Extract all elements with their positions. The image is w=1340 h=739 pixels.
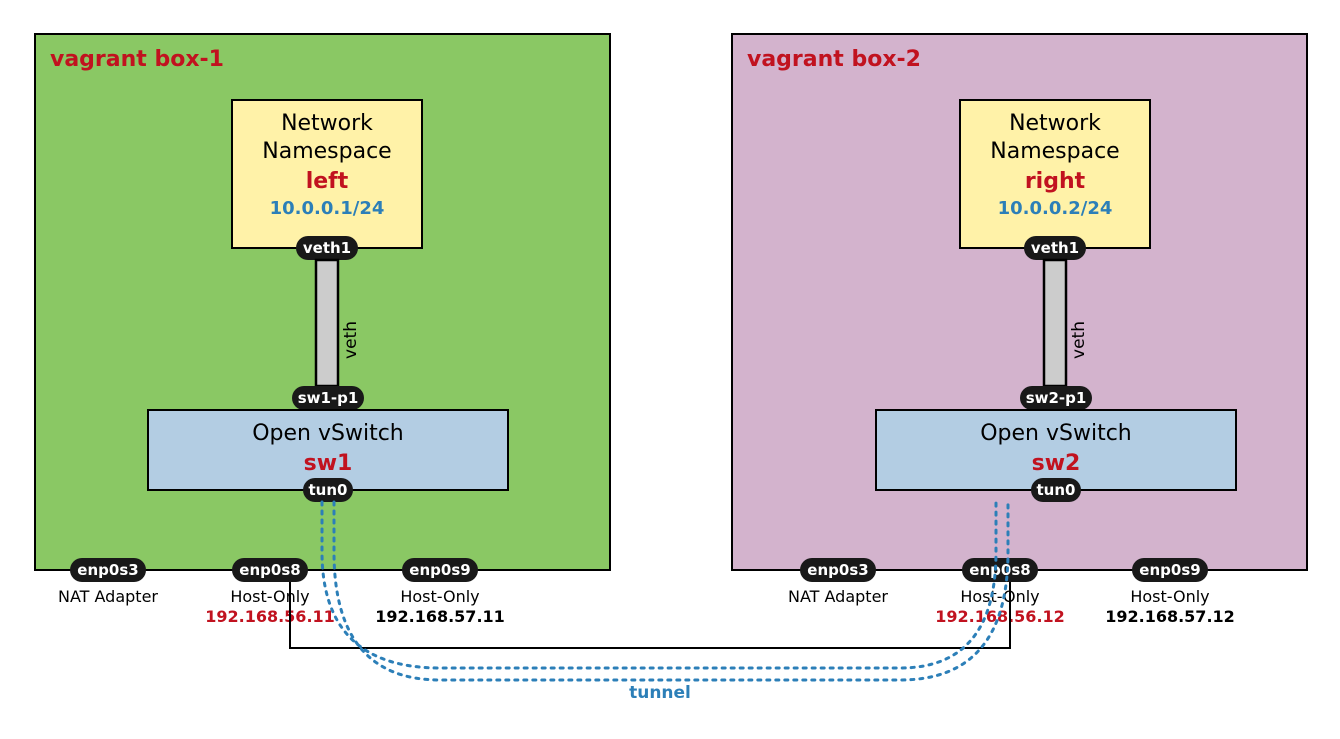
svg-text:Host-Only: Host-Only [960, 587, 1039, 606]
diagram-canvas: vagrant box-1 Network Namespace left 10.… [0, 0, 1340, 739]
svg-text:192.168.57.12: 192.168.57.12 [1105, 607, 1235, 626]
ns-left-name: left [306, 169, 349, 194]
svg-text:veth1: veth1 [1031, 239, 1079, 257]
svg-text:Host-Only: Host-Only [1130, 587, 1209, 606]
svg-text:enp0s9: enp0s9 [409, 561, 470, 579]
svg-text:NAT Adapter: NAT Adapter [788, 587, 888, 606]
svg-text:Host-Only: Host-Only [400, 587, 479, 606]
if-enp0s3-left: enp0s3 NAT Adapter [58, 558, 158, 606]
svg-text:10.0.0.2/24: 10.0.0.2/24 [998, 198, 1113, 219]
svg-text:enp0s3: enp0s3 [77, 561, 138, 579]
svg-text:enp0s8: enp0s8 [969, 561, 1030, 579]
svg-text:sw2: sw2 [1032, 451, 1081, 476]
sw1-name: sw1 [304, 451, 353, 476]
pill-veth1-left-text: veth1 [303, 239, 351, 257]
box2-title: vagrant box-2 [747, 47, 921, 72]
svg-text:192.168.56.11: 192.168.56.11 [205, 607, 335, 626]
namespace-left: Network Namespace left 10.0.0.1/24 veth1 [232, 100, 422, 260]
ns-left-line1: Network [281, 111, 373, 136]
svg-text:veth: veth [1069, 321, 1089, 359]
sw1-title: Open vSwitch [252, 421, 404, 446]
if-enp0s3-right: enp0s3 NAT Adapter [788, 558, 888, 606]
veth-label-left: veth [341, 321, 361, 359]
svg-text:Host-Only: Host-Only [230, 587, 309, 606]
ns-left-ip: 10.0.0.1/24 [270, 198, 385, 219]
namespace-right: Network Namespace right 10.0.0.2/24 veth… [960, 100, 1150, 260]
ns-left-line2: Namespace [262, 139, 391, 164]
svg-text:192.168.57.11: 192.168.57.11 [375, 607, 505, 626]
pill-tun0-left-text: tun0 [309, 481, 348, 499]
svg-text:Network: Network [1009, 111, 1101, 136]
pill-sw1p1-text: sw1-p1 [298, 389, 359, 407]
svg-text:tun0: tun0 [1037, 481, 1076, 499]
box1-title: vagrant box-1 [50, 47, 224, 72]
svg-text:Open vSwitch: Open vSwitch [980, 421, 1132, 446]
svg-text:Namespace: Namespace [990, 139, 1119, 164]
svg-text:enp0s8: enp0s8 [239, 561, 300, 579]
svg-text:192.168.56.12: 192.168.56.12 [935, 607, 1065, 626]
tunnel-label: tunnel [629, 683, 691, 703]
svg-text:sw2-p1: sw2-p1 [1026, 389, 1087, 407]
svg-text:NAT Adapter: NAT Adapter [58, 587, 158, 606]
svg-text:enp0s9: enp0s9 [1139, 561, 1200, 579]
svg-text:enp0s3: enp0s3 [807, 561, 868, 579]
svg-text:right: right [1025, 169, 1086, 194]
vagrant-box-2: vagrant box-2 Network Namespace right 10… [732, 34, 1307, 626]
